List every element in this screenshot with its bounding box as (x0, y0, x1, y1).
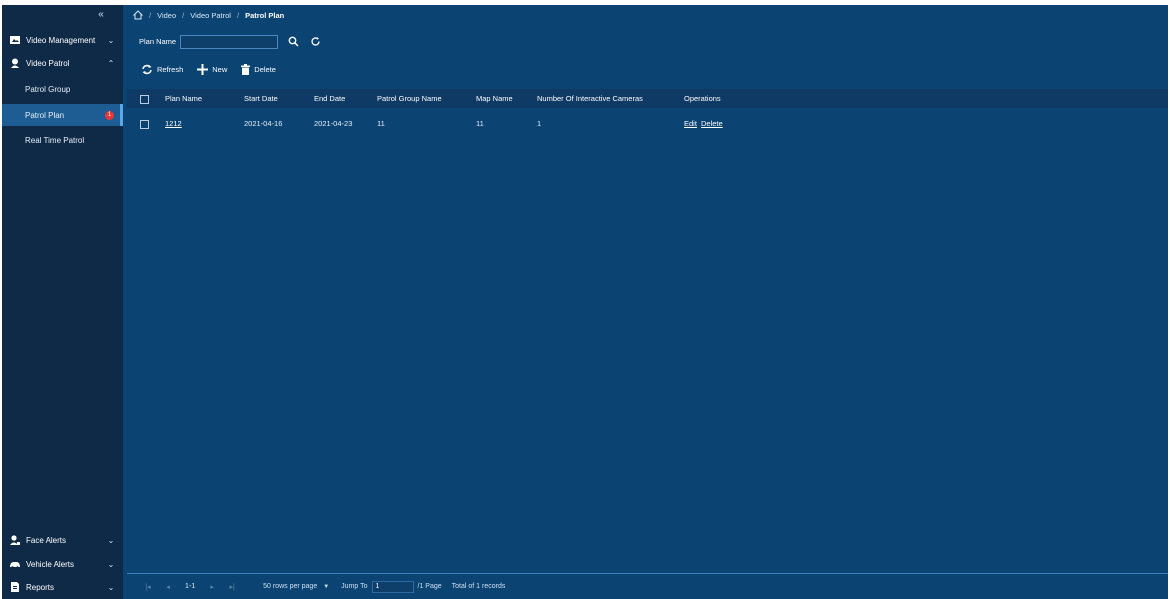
row-checkbox[interactable] (140, 120, 149, 129)
column-header-end-date[interactable]: End Date (314, 94, 345, 103)
breadcrumb: / Video / Video Patrol / Patrol Plan (133, 7, 284, 23)
column-header-plan-name[interactable]: Plan Name (165, 94, 202, 103)
rows-per-page-select[interactable]: 50 rows per page ▼ (263, 583, 329, 590)
home-icon[interactable] (133, 10, 143, 20)
plan-name-link[interactable]: 1212 (165, 119, 182, 128)
new-label: New (212, 64, 228, 74)
chevron-down-icon: ⌄ (107, 535, 115, 545)
total-records: Total of 1 records (451, 583, 506, 590)
nav-group-face-alerts[interactable]: Face Alerts ⌄ (2, 529, 123, 551)
first-page-icon[interactable]: |◂ (143, 582, 153, 592)
next-page-icon[interactable]: ▸ (207, 582, 217, 592)
person-icon (9, 534, 21, 546)
nav-group-label: Reports (26, 582, 55, 592)
main-content: / Video / Video Patrol / Patrol Plan Pla… (123, 5, 1168, 599)
last-page-icon[interactable]: ▸| (227, 582, 237, 592)
trash-icon (241, 63, 251, 75)
notification-badge: 1 (105, 110, 114, 120)
column-header-map-name[interactable]: Map Name (476, 94, 513, 103)
car-icon (9, 558, 21, 570)
nav-group-reports[interactable]: Reports ⌄ (2, 576, 123, 598)
sidebar-item-real-time-patrol[interactable]: Real Time Patrol (2, 129, 123, 151)
collapse-sidebar-button[interactable]: « (94, 8, 108, 22)
refresh-label: Refresh (157, 64, 184, 74)
plus-icon (197, 63, 209, 75)
plan-name-label: Plan Name (139, 37, 177, 46)
jump-to-label: Jump To (341, 583, 368, 590)
plan-name-input[interactable] (180, 34, 279, 49)
nav-group-label: Face Alerts (26, 535, 67, 545)
toolbar: Refresh New Delete (141, 62, 290, 76)
chevron-down-icon: ⌄ (107, 582, 115, 592)
reset-icon[interactable] (308, 35, 322, 49)
search-bar: Plan Name (139, 34, 322, 49)
rows-per-page-label: 50 rows per page (263, 583, 318, 590)
jump-to-input[interactable] (371, 580, 414, 593)
sidebar-item-label: Patrol Group (25, 84, 71, 94)
new-button[interactable]: New (197, 63, 228, 75)
delete-button[interactable]: Delete (241, 63, 276, 75)
patrol-group-cell: 11 (377, 119, 385, 128)
breadcrumb-item-video-patrol[interactable]: Video Patrol (190, 11, 231, 20)
table-row[interactable]: 1212 2021-04-16 2021-04-23 11 11 1 Edit … (127, 114, 1168, 133)
app-frame: « Video Management ⌄ Video Patrol ⌃ Patr… (2, 5, 1168, 599)
delete-link[interactable]: Delete (701, 119, 723, 128)
map-name-cell: 11 (476, 119, 484, 128)
breadcrumb-item-patrol-plan: Patrol Plan (245, 10, 285, 20)
dropdown-arrow-icon: ▼ (323, 583, 330, 590)
end-date-cell: 2021-04-23 (314, 119, 353, 128)
delete-label: Delete (254, 64, 276, 74)
sidebar: « Video Management ⌄ Video Patrol ⌃ Patr… (2, 5, 123, 599)
table-header: Plan Name Start Date End Date Patrol Gro… (127, 89, 1168, 108)
column-header-cameras[interactable]: Number Of Interactive Cameras (537, 94, 643, 103)
patrol-icon (9, 57, 21, 69)
report-icon (9, 581, 21, 593)
video-management-icon (9, 34, 21, 46)
chevron-down-icon: ⌄ (107, 35, 115, 45)
select-all-checkbox[interactable] (140, 95, 149, 104)
sidebar-item-label: Real Time Patrol (25, 135, 85, 145)
pagination-bar: |◂ ◂ 1-1 ▸ ▸| 50 rows per page ▼ Jump To… (127, 574, 1168, 599)
column-header-start-date[interactable]: Start Date (244, 94, 278, 103)
breadcrumb-separator: / (182, 10, 185, 20)
chevron-up-icon: ⌃ (107, 58, 115, 68)
breadcrumb-separator: / (149, 10, 152, 20)
refresh-icon (142, 64, 152, 74)
refresh-button[interactable]: Refresh (141, 64, 183, 75)
nav-group-label: Video Management (26, 35, 96, 45)
breadcrumb-item-video[interactable]: Video (157, 11, 176, 20)
cameras-cell: 1 (537, 119, 542, 128)
page-count: /1 Page (417, 583, 442, 590)
sidebar-item-patrol-plan[interactable]: Patrol Plan 1 (2, 104, 123, 126)
prev-page-icon[interactable]: ◂ (163, 582, 173, 592)
chevron-down-icon: ⌄ (107, 559, 115, 569)
sidebar-item-label: Patrol Plan (25, 110, 65, 120)
nav-group-label: Video Patrol (26, 58, 70, 68)
search-icon[interactable] (286, 35, 300, 49)
column-header-operations: Operations (684, 94, 721, 103)
start-date-cell: 2021-04-16 (244, 119, 283, 128)
nav-group-video-patrol[interactable]: Video Patrol ⌃ (2, 52, 123, 74)
nav-group-video-management[interactable]: Video Management ⌄ (2, 29, 123, 51)
column-header-patrol-group-name[interactable]: Patrol Group Name (377, 94, 442, 103)
breadcrumb-separator: / (236, 10, 240, 20)
nav-group-label: Vehicle Alerts (26, 559, 75, 569)
nav-group-vehicle-alerts[interactable]: Vehicle Alerts ⌄ (2, 553, 123, 575)
edit-link[interactable]: Edit (684, 119, 697, 128)
sidebar-item-patrol-group[interactable]: Patrol Group (2, 78, 123, 100)
page-range: 1-1 (185, 583, 196, 590)
